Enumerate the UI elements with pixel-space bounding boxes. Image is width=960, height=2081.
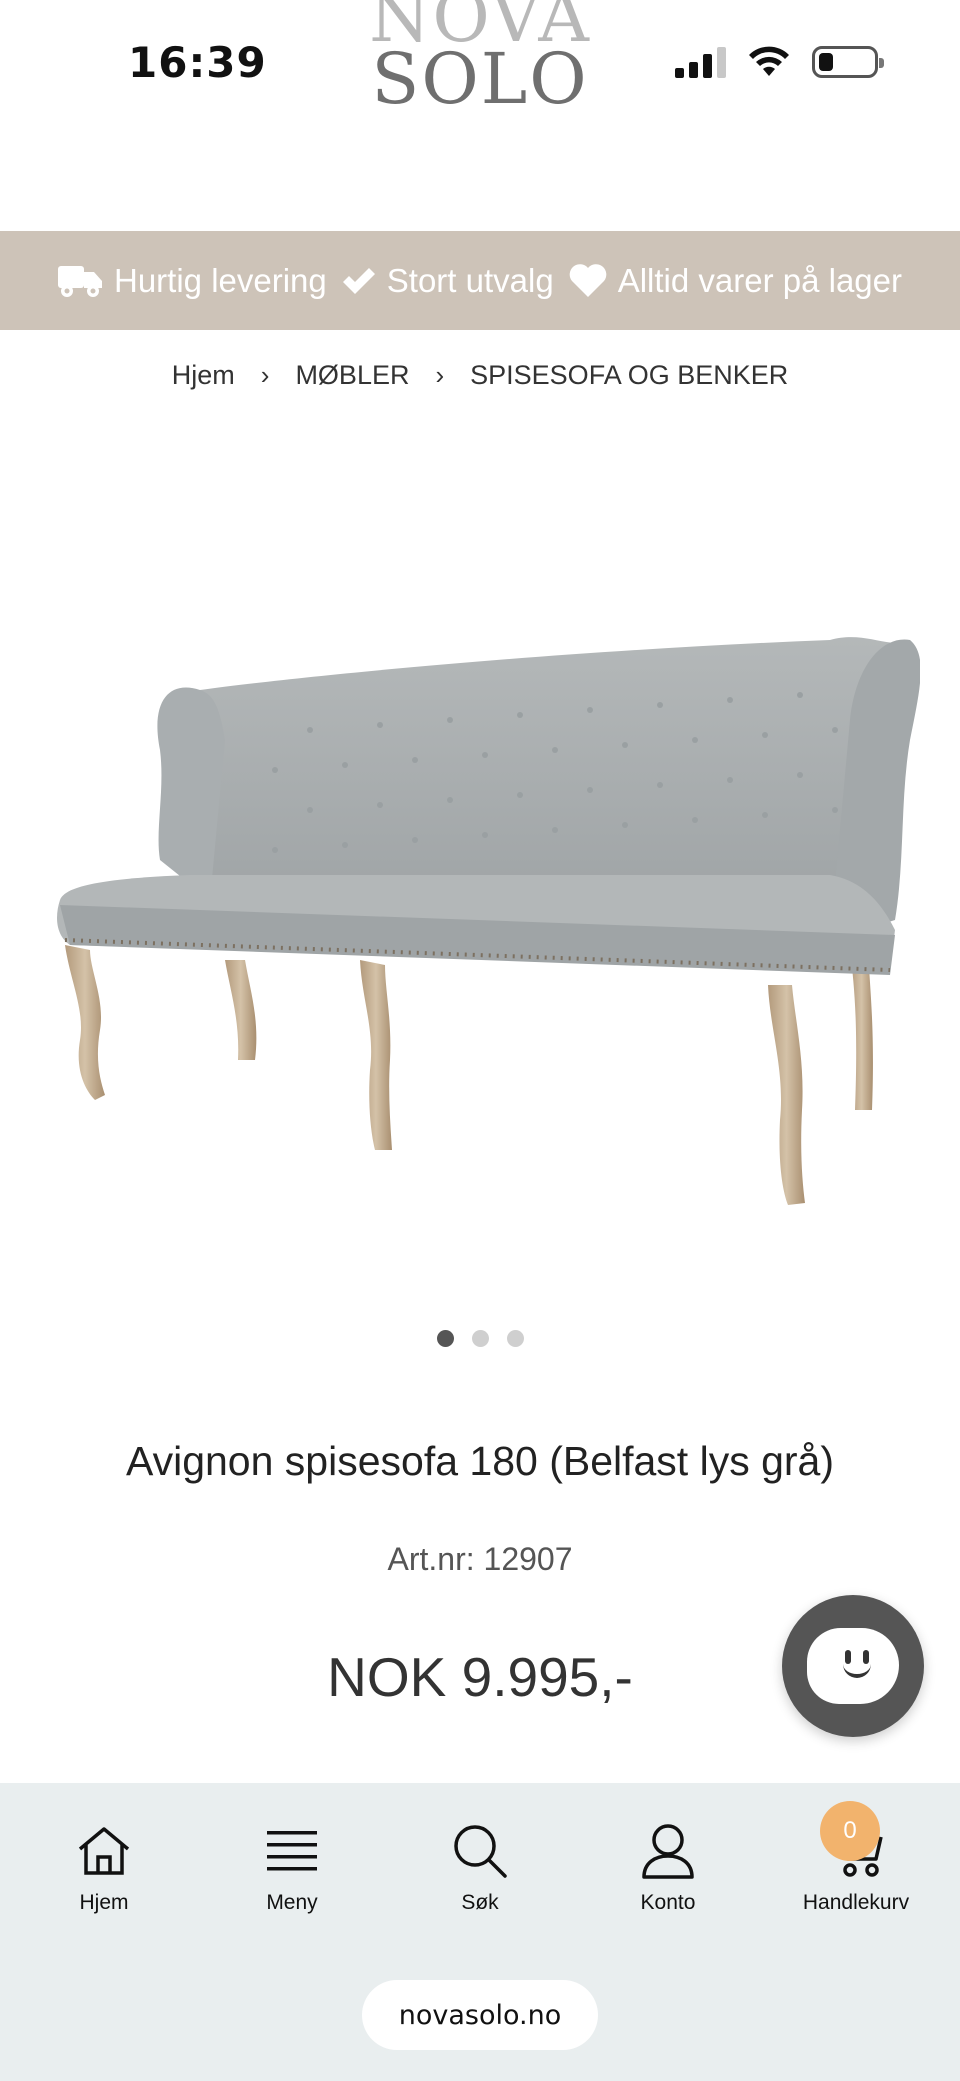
chevron-right-icon: › xyxy=(260,360,270,390)
carousel-dot-3[interactable] xyxy=(506,1330,524,1347)
carousel-dot-2[interactable] xyxy=(471,1330,489,1347)
nav-label-search: Søk xyxy=(461,1891,499,1914)
nav-item-menu[interactable]: Meny xyxy=(198,1821,386,1915)
cellular-signal-icon xyxy=(675,46,726,78)
breadcrumb-home[interactable]: Hjem xyxy=(172,360,235,391)
breadcrumb-furniture[interactable]: MØBLER xyxy=(295,360,409,391)
truck-icon xyxy=(58,265,102,297)
checkmark-icon xyxy=(342,267,375,294)
search-icon xyxy=(454,1825,507,1878)
chat-smiley-icon xyxy=(807,1628,899,1704)
wifi-icon xyxy=(749,46,789,76)
product-title: Avignon spisesofa 180 (Belfast lys grå) xyxy=(125,1438,834,1484)
status-time: 16:39 xyxy=(128,38,267,87)
nav-item-cart[interactable]: 0 Handlekurv xyxy=(762,1801,950,1915)
nav-label-cart: Handlekurv xyxy=(802,1891,910,1914)
usp-item-selection: Stort utvalg xyxy=(341,262,554,300)
breadcrumb: Hjem › MØBLER › SPISESOFA OG BENKER xyxy=(0,360,960,391)
home-icon xyxy=(78,1827,130,1875)
site-logo[interactable]: NOVA SOLO xyxy=(360,0,600,120)
usp-bar: Hurtig levering Stort utvalg Alltid vare… xyxy=(0,231,960,330)
nav-label-account: Konto xyxy=(640,1891,696,1914)
usp-item-delivery: Hurtig levering xyxy=(58,262,327,300)
nav-item-home[interactable]: Hjem xyxy=(10,1821,198,1915)
chat-widget-button[interactable] xyxy=(782,1595,924,1737)
nav-item-search[interactable]: Søk xyxy=(386,1821,574,1915)
usp-item-stock: Alltid varer på lager xyxy=(568,262,902,300)
usp-label-delivery: Hurtig levering xyxy=(114,261,327,299)
browser-url-bar[interactable]: novasolo.no xyxy=(362,1980,598,2050)
usp-label-stock: Alltid varer på lager xyxy=(617,261,902,299)
breadcrumb-dining-sofas[interactable]: SPISESOFA OG BENKER xyxy=(470,360,788,391)
status-icons xyxy=(675,46,884,78)
usp-label-selection: Stort utvalg xyxy=(386,261,554,299)
heart-icon xyxy=(569,263,606,297)
menu-icon xyxy=(267,1831,317,1871)
nav-label-home: Hjem xyxy=(79,1891,129,1914)
chevron-right-icon: › xyxy=(435,360,445,390)
battery-low-icon xyxy=(812,46,884,78)
account-icon xyxy=(642,1824,694,1879)
carousel-dot-1[interactable] xyxy=(436,1330,454,1347)
nav-label-menu: Meny xyxy=(266,1891,318,1914)
product-image[interactable] xyxy=(50,600,920,1240)
cart-count-badge: 0 xyxy=(820,1801,880,1861)
article-number: Art.nr: 12907 xyxy=(387,1541,573,1577)
logo-line-2: SOLO xyxy=(371,38,589,120)
nav-item-account[interactable]: Konto xyxy=(574,1821,762,1915)
carousel-dots xyxy=(0,1330,960,1347)
